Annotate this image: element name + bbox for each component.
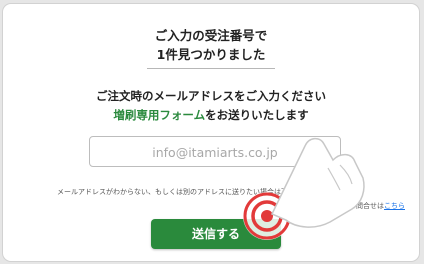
contact-link[interactable]: こちら [384,202,405,210]
submit-button[interactable]: 送信する [151,219,281,249]
email-input[interactable]: info@itamiarts.co.jp [89,136,341,167]
help-note: メールアドレスがわからない、もしくは別のアドレスに送りたい場合は下記までご連絡く… [57,188,365,196]
result-heading-line2: 1件見つかりました [146,45,276,69]
instructions-line2: 増刷専用フォームをお送りいたします [3,106,419,125]
result-heading-line1: ご入力の受注番号で [154,28,268,43]
reprint-form-label: 増刷専用フォーム [113,108,206,122]
instructions-line2-rest: をお送りいたします [205,108,309,122]
contact-prefix: お問合せは [349,202,384,210]
instructions-line1: ご注文時のメールアドレスをご入力ください [96,89,326,103]
contact-line: お問合せはこちら [349,201,405,211]
form-panel: ご入力の受注番号で 1件見つかりました ご注文時のメールアドレスをご入力ください… [3,4,419,261]
result-heading: ご入力の受注番号で 1件見つかりました [3,26,419,69]
instructions: ご注文時のメールアドレスをご入力ください 増刷専用フォームをお送りいたします [3,87,419,125]
